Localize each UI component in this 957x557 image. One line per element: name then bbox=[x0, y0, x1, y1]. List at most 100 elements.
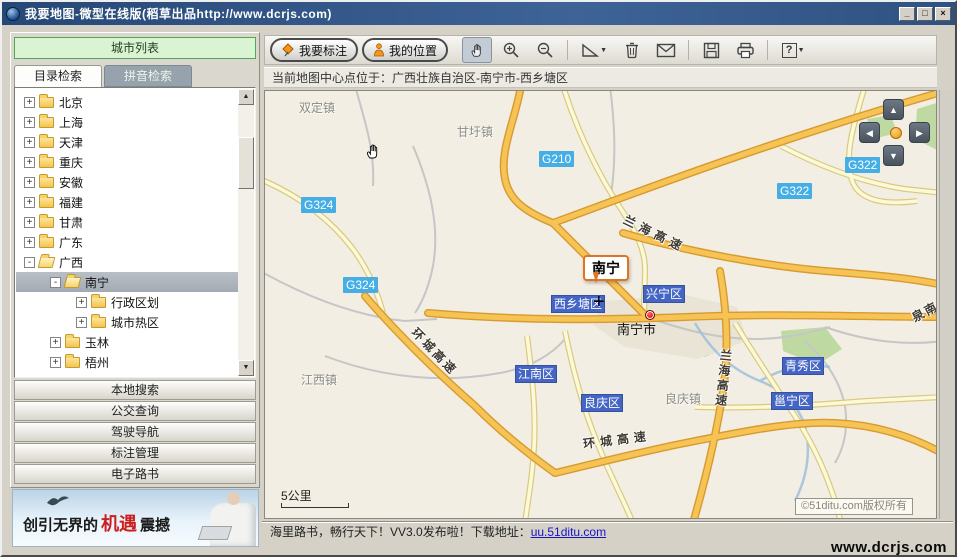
pan-center-dot[interactable] bbox=[890, 127, 902, 139]
my-location-button[interactable]: 我的位置 bbox=[362, 38, 448, 62]
expand-icon[interactable]: + bbox=[24, 217, 35, 228]
zoom-out-button[interactable] bbox=[530, 37, 560, 63]
scale-label: 5公里 bbox=[281, 487, 312, 504]
tree-item-nanning[interactable]: -南宁 bbox=[16, 272, 238, 292]
download-link[interactable]: uu.51ditu.com bbox=[531, 525, 606, 539]
open-folder-icon bbox=[64, 277, 82, 288]
scroll-up-button[interactable]: ▲ bbox=[238, 89, 254, 105]
pan-right-button[interactable]: ▶ bbox=[909, 122, 930, 143]
help-icon: ? bbox=[782, 43, 797, 58]
map-center-crosshair: + bbox=[593, 291, 605, 314]
town-label: 双定镇 bbox=[299, 99, 335, 116]
ad-banner[interactable]: 创引无界的机遇震撼 bbox=[12, 489, 259, 547]
scroll-down-button[interactable]: ▼ bbox=[238, 360, 254, 376]
zoom-in-button[interactable] bbox=[496, 37, 526, 63]
folder-icon bbox=[39, 117, 54, 128]
city-label-nanningshi: 南宁市 bbox=[617, 319, 656, 338]
folder-icon bbox=[39, 217, 54, 228]
road-label-g210: G210 bbox=[539, 151, 574, 167]
print-button[interactable] bbox=[730, 37, 760, 63]
folder-icon bbox=[39, 137, 54, 148]
ad-slogan: 创引无界的机遇震撼 bbox=[23, 510, 170, 536]
ad-person-photo bbox=[210, 503, 256, 547]
folder-icon bbox=[65, 337, 80, 348]
expand-icon[interactable]: + bbox=[24, 237, 35, 248]
title-bar: 我要地图-微型在线版(稻草出品http://www.dcrjs.com) _ □… bbox=[2, 2, 955, 25]
collapse-icon[interactable]: - bbox=[24, 257, 35, 268]
road-label-g324: G324 bbox=[343, 277, 378, 293]
section-local-search[interactable]: 本地搜索 bbox=[14, 380, 256, 400]
map-copyright: ©51ditu.com版权所有 bbox=[795, 498, 913, 515]
expand-icon[interactable]: + bbox=[76, 297, 87, 308]
tab-pinyin-search[interactable]: 拼音检索 bbox=[104, 65, 192, 87]
maximize-button[interactable]: □ bbox=[917, 7, 933, 21]
hand-icon bbox=[468, 41, 486, 59]
district-label-jiangnan: 江南区 bbox=[515, 365, 557, 383]
pan-tool-button[interactable] bbox=[462, 37, 492, 63]
scroll-thumb[interactable] bbox=[238, 137, 254, 189]
pan-up-button[interactable]: ▲ bbox=[883, 99, 904, 120]
tree-item-guangxi[interactable]: -广西 bbox=[16, 252, 238, 272]
tree-item-guangdong[interactable]: +广东 bbox=[16, 232, 238, 252]
tree-item-yulin[interactable]: +玉林 bbox=[16, 332, 238, 352]
trash-icon bbox=[624, 41, 640, 59]
dropdown-arrow-icon: ▼ bbox=[600, 47, 607, 54]
annotate-button[interactable]: 我要标注 bbox=[270, 38, 358, 62]
nanning-callout[interactable]: 南宁 bbox=[583, 255, 629, 281]
help-button[interactable]: ? ▼ bbox=[775, 37, 811, 63]
district-label-yongning: 邕宁区 bbox=[771, 392, 813, 410]
expand-icon[interactable]: + bbox=[24, 177, 35, 188]
mail-button[interactable] bbox=[651, 37, 681, 63]
pan-left-button[interactable]: ◀ bbox=[859, 122, 880, 143]
tree-item-wuzhou[interactable]: +梧州 bbox=[16, 352, 238, 372]
tree-scrollbar[interactable]: ▲ ▼ bbox=[238, 89, 254, 376]
dropdown-arrow-icon: ▼ bbox=[798, 47, 805, 54]
tree-item-chengshirequ[interactable]: +城市热区 bbox=[16, 312, 238, 332]
district-label-xingning: 兴宁区 bbox=[643, 285, 685, 303]
expand-icon[interactable]: + bbox=[50, 357, 61, 368]
tree-item-shanghai[interactable]: +上海 bbox=[16, 112, 238, 132]
town-label: 良庆镇 bbox=[665, 390, 701, 407]
map-viewport[interactable]: 双定镇 甘圩镇 江西镇 良庆镇 G210 G322 G322 G324 G324… bbox=[264, 90, 937, 519]
expand-icon[interactable]: + bbox=[50, 337, 61, 348]
close-button[interactable]: × bbox=[935, 7, 951, 21]
town-label: 甘圩镇 bbox=[457, 123, 493, 140]
folder-icon bbox=[39, 157, 54, 168]
expand-icon[interactable]: + bbox=[24, 157, 35, 168]
section-marker-manage[interactable]: 标注管理 bbox=[14, 443, 256, 463]
collapse-icon[interactable]: - bbox=[50, 277, 61, 288]
road-label-g322: G322 bbox=[845, 157, 880, 173]
hand-cursor-icon bbox=[363, 141, 383, 161]
site-brand: www.dcrjs.com bbox=[831, 539, 947, 556]
section-ebook[interactable]: 电子路书 bbox=[14, 464, 256, 484]
tree-item-anhui[interactable]: +安徽 bbox=[16, 172, 238, 192]
minimize-button[interactable]: _ bbox=[899, 7, 915, 21]
folder-icon bbox=[39, 237, 54, 248]
pan-down-button[interactable]: ▼ bbox=[883, 145, 904, 166]
expand-icon[interactable]: + bbox=[24, 97, 35, 108]
zoom-in-icon bbox=[502, 41, 520, 59]
tree-item-chongqing[interactable]: +重庆 bbox=[16, 152, 238, 172]
expand-icon[interactable]: + bbox=[24, 197, 35, 208]
tree-item-fujian[interactable]: +福建 bbox=[16, 192, 238, 212]
scale-bar bbox=[281, 503, 349, 508]
tree-item-gansu[interactable]: +甘肃 bbox=[16, 212, 238, 232]
expand-icon[interactable]: + bbox=[24, 137, 35, 148]
save-button[interactable] bbox=[696, 37, 726, 63]
section-drive-nav[interactable]: 驾驶导航 bbox=[14, 422, 256, 442]
ad-laptop bbox=[198, 526, 233, 540]
expand-icon[interactable]: + bbox=[24, 117, 35, 128]
tab-directory-search[interactable]: 目录检索 bbox=[14, 65, 102, 87]
toolbar-separator bbox=[567, 40, 568, 60]
bird-icon bbox=[45, 493, 71, 509]
map-toolbar: 我要标注 我的位置 bbox=[264, 35, 937, 65]
tree-item-tianjin[interactable]: +天津 bbox=[16, 132, 238, 152]
app-icon bbox=[6, 7, 20, 21]
tree-item-beijing[interactable]: +北京 bbox=[16, 92, 238, 112]
measure-tool-button[interactable]: ▼ bbox=[575, 37, 613, 63]
printer-icon bbox=[736, 42, 755, 59]
tree-item-xingzhengquhua[interactable]: +行政区划 bbox=[16, 292, 238, 312]
delete-button[interactable] bbox=[617, 37, 647, 63]
expand-icon[interactable]: + bbox=[76, 317, 87, 328]
section-bus-query[interactable]: 公交查询 bbox=[14, 401, 256, 421]
